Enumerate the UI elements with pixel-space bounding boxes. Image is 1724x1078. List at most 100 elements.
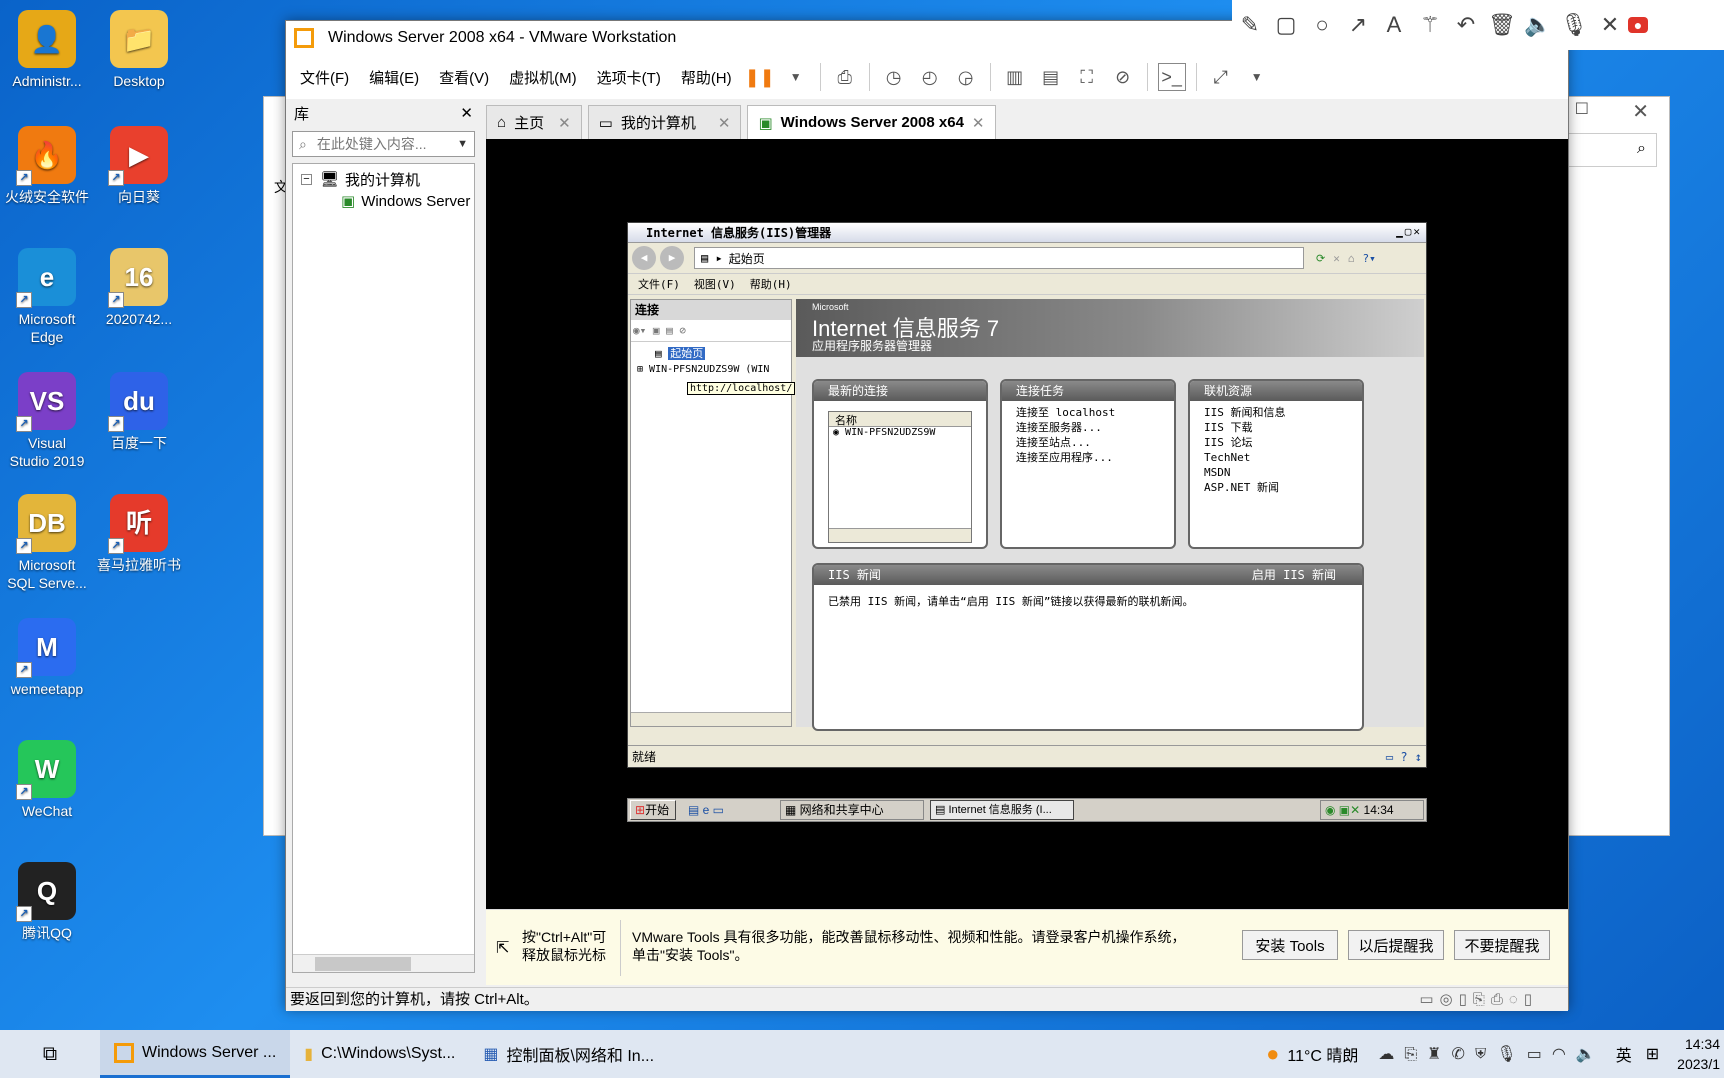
close-icon[interactable]: ✕ <box>718 114 731 132</box>
resource-link[interactable]: TechNet <box>1204 450 1348 465</box>
tab-my-computer[interactable]: ▭ 我的计算机 ✕ <box>587 105 742 139</box>
maximize-icon[interactable]: ☐ <box>1575 99 1589 119</box>
fullscreen-icon[interactable]: ⛶ <box>1073 63 1101 91</box>
enable-news-link[interactable]: 启用 IIS 新闻 <box>1252 565 1336 585</box>
library-search-input[interactable]: ⌕ 在此处键入内容... ▼ <box>292 131 475 157</box>
resource-link[interactable]: ASP.NET 新闻 <box>1204 480 1348 495</box>
start-button[interactable]: ⊞开始 <box>630 800 676 820</box>
desktop-icon[interactable]: e ↗ Microsoft Edge <box>0 248 94 346</box>
arrow-icon[interactable]: ↗ <box>1340 12 1376 38</box>
delete-icon[interactable]: 🗑 <box>1484 12 1520 38</box>
ime-grid-icon[interactable]: ⊞ <box>1646 1044 1659 1064</box>
iis-menu-help[interactable]: 帮助(H) <box>750 276 792 292</box>
desktop-icon[interactable]: W ↗ WeChat <box>0 740 94 820</box>
tree-item-start-page[interactable]: ▤ 起始页 <box>631 346 791 362</box>
circle-icon[interactable]: ○ <box>1304 12 1340 38</box>
iis-titlebar[interactable]: Internet 信息服务(IIS)管理器 ▁▢✕ <box>628 223 1426 243</box>
list-item[interactable]: ◉ WIN-PFSN2UDZS9W <box>829 427 971 438</box>
task-link[interactable]: 连接至应用程序... <box>1016 450 1160 465</box>
stop-icon[interactable]: ✕ <box>1333 252 1340 265</box>
rectangle-icon[interactable]: ▢ <box>1268 12 1304 38</box>
console-icon[interactable]: >_ <box>1157 63 1186 91</box>
back-icon[interactable]: ◀ <box>632 246 656 270</box>
menu-view[interactable]: 查看(V) <box>429 67 499 88</box>
taskbar-item-explorer[interactable]: ▮ C:\Windows\Syst... <box>290 1030 469 1078</box>
tree-item-windows-server[interactable]: ▣ Windows Server <box>293 190 474 212</box>
tab-home[interactable]: ⌂ 主页 ✕ <box>486 105 582 139</box>
pen-icon[interactable]: ✎ <box>1232 12 1268 38</box>
resource-link[interactable]: IIS 下载 <box>1204 420 1348 435</box>
install-tools-button[interactable]: 安装 Tools <box>1242 930 1338 960</box>
tree-item-my-computer[interactable]: − 🖥 我的计算机 <box>293 168 474 190</box>
iis-menu-file[interactable]: 文件(F) <box>638 276 680 292</box>
menu-file[interactable]: 文件(F) <box>290 67 359 88</box>
refresh-icon[interactable]: ⟳ <box>1316 252 1325 265</box>
search-icon[interactable]: ⌕ <box>1567 133 1657 167</box>
iis-manager-window[interactable]: Internet 信息服务(IIS)管理器 ▁▢✕ ◀ ▶ ▤ ▸ 起始页 ⟳ … <box>627 222 1427 768</box>
help-icon[interactable]: ▭ ? ↕ <box>1386 746 1422 768</box>
connections-toolbar[interactable]: ◉▾ ▣ ▤ ⊘ <box>631 320 791 342</box>
task-link[interactable]: 连接至服务器... <box>1016 420 1160 435</box>
close-icon[interactable]: ✕ <box>972 114 985 132</box>
close-icon[interactable]: ✕ <box>460 104 473 122</box>
pause-icon[interactable]: ❚❚ <box>745 63 775 91</box>
chevron-down-icon[interactable]: ▼ <box>782 63 810 91</box>
taskbar-item-vmware[interactable]: Windows Server ... <box>100 1030 291 1078</box>
desktop-icon[interactable]: M ↗ wemeetapp <box>0 618 94 698</box>
desktop-icon[interactable]: 📁 Desktop <box>92 10 186 90</box>
tab-windows-server[interactable]: ▣ Windows Server 2008 x64 ✕ <box>747 105 996 139</box>
desktop-icon[interactable]: 16 ↗ 2020742... <box>92 248 186 328</box>
desktop-icon[interactable]: 🔥 ↗ 火绒安全软件 <box>0 126 94 206</box>
guest-task-iis[interactable]: ▤ Internet 信息服务 (I... <box>930 800 1074 820</box>
menu-tabs[interactable]: 选项卡(T) <box>587 67 671 88</box>
address-bar[interactable]: ▤ ▸ 起始页 <box>694 247 1304 269</box>
desktop-icon[interactable]: VS ↗ Visual Studio 2019 <box>0 372 94 470</box>
stretch-icon[interactable]: ⤢ <box>1207 63 1235 91</box>
desktop-icon[interactable]: 👤 Administr... <box>0 10 94 90</box>
microphone-icon[interactable]: 🎙 <box>1556 12 1592 38</box>
menu-help[interactable]: 帮助(H) <box>671 67 742 88</box>
snapshot-manager-icon[interactable]: ◶ <box>952 63 980 91</box>
menu-vm[interactable]: 虚拟机(M) <box>499 67 587 88</box>
collapse-icon[interactable]: − <box>301 173 312 185</box>
send-keys-icon[interactable]: ⎙ <box>831 63 859 91</box>
desktop-icon[interactable]: DB ↗ Microsoft SQL Serve... <box>0 494 94 592</box>
iis-menu-view[interactable]: 视图(V) <box>694 276 736 292</box>
tray-icons[interactable]: ☁⎘♜✆⛨🎙▭◠🔈 <box>1378 1044 1605 1064</box>
help-icon[interactable]: ?▾ <box>1362 252 1375 265</box>
close-icon[interactable]: ✕ <box>1592 12 1628 38</box>
resource-link[interactable]: MSDN <box>1204 465 1348 480</box>
thumbnail-view-icon[interactable]: ▤ <box>1037 63 1065 91</box>
guest-task-network[interactable]: ▦ 网络和共享中心 <box>780 800 924 820</box>
close-icon[interactable]: ✕ <box>1632 99 1649 124</box>
quicklaunch-icons[interactable]: ▤ e ▭ <box>688 803 724 817</box>
ime-indicator[interactable]: 英 <box>1616 1042 1632 1066</box>
task-view-icon[interactable]: ⧉ <box>0 1043 100 1066</box>
menu-edit[interactable]: 编辑(E) <box>359 67 429 88</box>
home-icon[interactable]: ⌂ <box>1348 252 1355 265</box>
resource-link[interactable]: IIS 论坛 <box>1204 435 1348 450</box>
desktop-icon[interactable]: Q ↗ 腾讯QQ <box>0 862 94 942</box>
tray-icons[interactable]: ◉ ▣✕ <box>1325 803 1364 817</box>
unity-icon[interactable]: ⊘ <box>1109 63 1137 91</box>
revert-snapshot-icon[interactable]: ◴ <box>916 63 944 91</box>
close-icon[interactable]: ✕ <box>558 114 571 132</box>
snapshot-icon[interactable]: ◷ <box>880 63 908 91</box>
chevron-down-icon[interactable]: ▼ <box>457 138 468 150</box>
desktop-icon[interactable]: du ↗ 百度一下 <box>92 372 186 452</box>
remind-later-button[interactable]: 以后提醒我 <box>1348 930 1444 960</box>
window-controls-icon[interactable]: ▁▢✕ <box>1396 225 1422 238</box>
desktop-icon[interactable]: ▶ ↗ 向日葵 <box>92 126 186 206</box>
horizontal-scrollbar[interactable] <box>293 954 474 972</box>
weather-text[interactable]: 11°C 晴朗 <box>1287 1042 1358 1066</box>
forward-icon[interactable]: ▶ <box>660 246 684 270</box>
tree-item-server[interactable]: ⊞ WIN-PFSN2UDZS9W (WIN <box>631 362 791 378</box>
device-icons[interactable]: ▭◎▯⎘⎙◌▯ <box>1419 988 1538 1012</box>
task-link[interactable]: 连接至站点... <box>1016 435 1160 450</box>
undo-icon[interactable]: ↶ <box>1448 12 1484 38</box>
taskbar-item-control-panel[interactable]: ▦ 控制面板\网络和 In... <box>469 1030 668 1078</box>
record-badge[interactable]: ● <box>1628 17 1648 33</box>
horizontal-scrollbar[interactable] <box>631 712 791 726</box>
resource-link[interactable]: IIS 新闻和信息 <box>1204 405 1348 420</box>
horizontal-scrollbar[interactable] <box>829 528 971 542</box>
